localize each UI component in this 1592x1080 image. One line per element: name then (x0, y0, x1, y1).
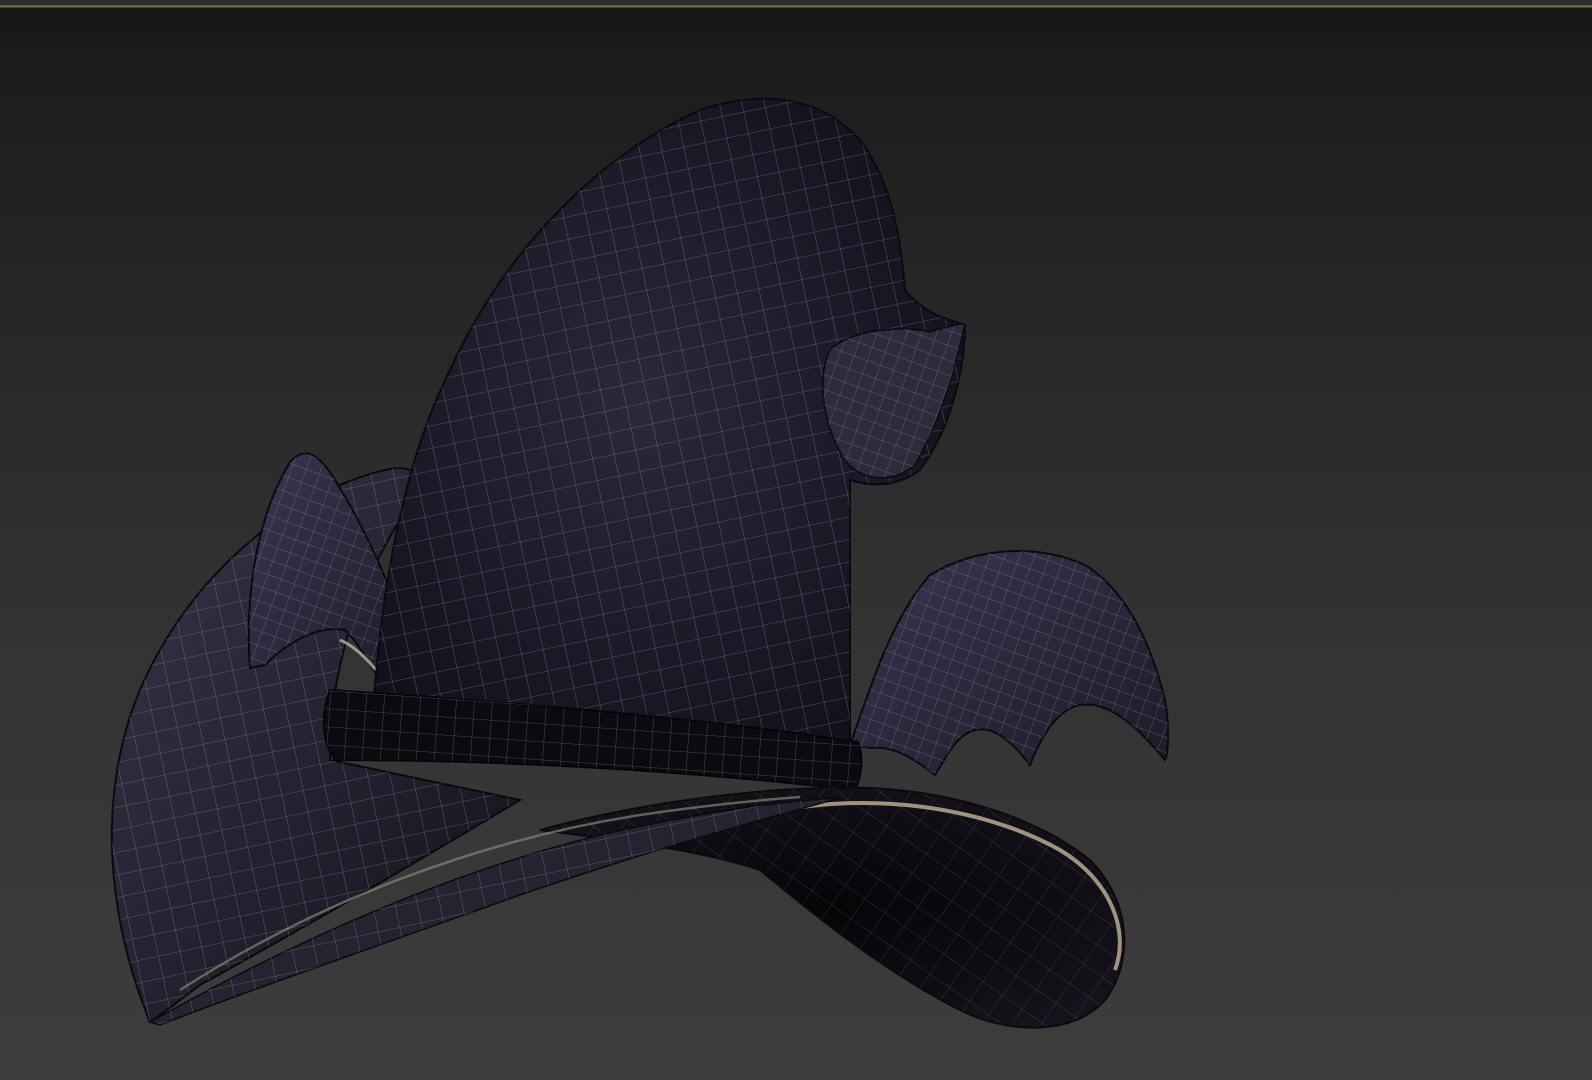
wing-right (848, 550, 1169, 777)
witch-hat-model[interactable] (0, 0, 1592, 1080)
3d-viewport[interactable] (0, 0, 1592, 1080)
